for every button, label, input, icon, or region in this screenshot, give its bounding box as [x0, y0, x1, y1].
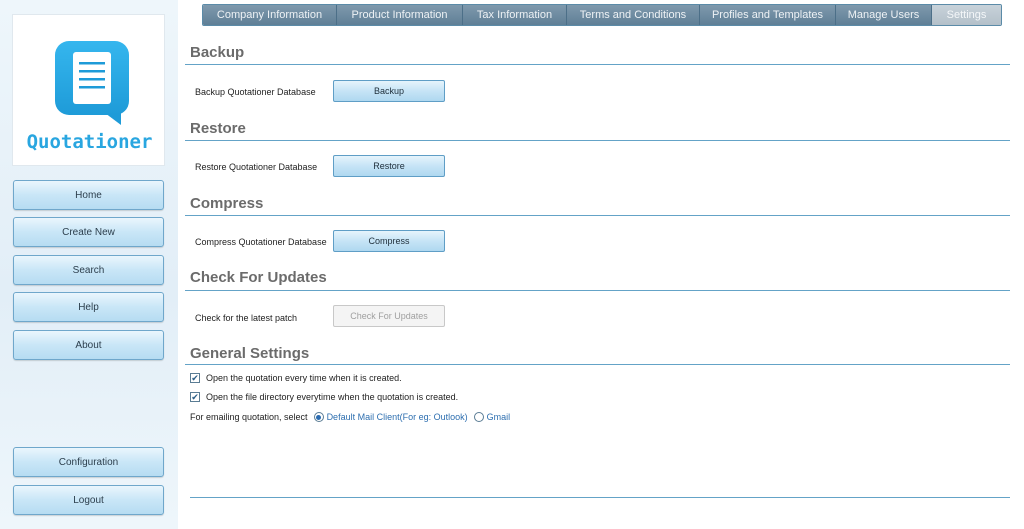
logout-button[interactable]: Logout [13, 485, 164, 515]
check-for-updates-button[interactable]: Check For Updates [333, 305, 445, 327]
backup-label: Backup Quotationer Database [195, 87, 316, 97]
logo-text: Quotationer [26, 131, 153, 153]
logo: Quotationer [12, 14, 165, 166]
backup-heading: Backup [190, 44, 245, 61]
help-button[interactable]: Help [13, 292, 164, 322]
email-client-selector: For emailing quotation, select Default M… [190, 412, 510, 422]
gmail-radio[interactable] [473, 412, 484, 422]
tab-company-information[interactable]: Company Information [203, 5, 337, 25]
general-settings-heading: General Settings [190, 345, 310, 362]
tab-product-information[interactable]: Product Information [337, 5, 463, 25]
app-window: Quotationer Home Create New Search Help … [0, 0, 1024, 529]
tab-settings[interactable]: Settings [932, 5, 1001, 25]
open-directory-option[interactable]: ✔ Open the file directory everytime when… [190, 392, 458, 402]
restore-label: Restore Quotationer Database [195, 162, 318, 172]
backup-button[interactable]: Backup [333, 80, 445, 102]
updates-label: Check for the latest patch [195, 313, 298, 323]
default-mail-client-radio[interactable] [313, 412, 324, 422]
gmail-label[interactable]: Gmail [487, 412, 511, 422]
tab-manage-users[interactable]: Manage Users [836, 5, 932, 25]
tab-bar: Company Information Product Information … [202, 4, 1002, 26]
tab-profiles-and-templates[interactable]: Profiles and Templates [700, 5, 836, 25]
create-new-button[interactable]: Create New [13, 217, 164, 247]
email-selector-label: For emailing quotation, select [190, 412, 308, 422]
section-divider [185, 215, 1010, 216]
home-button[interactable]: Home [13, 180, 164, 210]
tab-tax-information[interactable]: Tax Information [463, 5, 567, 25]
tab-terms-and-conditions[interactable]: Terms and Conditions [567, 5, 700, 25]
section-divider [185, 64, 1010, 65]
search-button[interactable]: Search [13, 255, 164, 285]
section-divider [185, 290, 1010, 291]
settings-panel: Backup Backup Quotationer Database Backu… [185, 30, 1010, 529]
open-quotation-label: Open the quotation every time when it is… [206, 373, 402, 383]
open-quotation-option[interactable]: ✔ Open the quotation every time when it … [190, 373, 402, 383]
open-directory-label: Open the file directory everytime when t… [206, 392, 459, 402]
configuration-button[interactable]: Configuration [13, 447, 164, 477]
compress-button[interactable]: Compress [333, 230, 445, 252]
bottom-divider [190, 497, 1010, 498]
section-divider [185, 364, 1010, 365]
document-logo-icon [55, 41, 129, 125]
restore-button[interactable]: Restore [333, 155, 445, 177]
open-quotation-checkbox[interactable]: ✔ [190, 373, 200, 383]
sidebar: Quotationer Home Create New Search Help … [0, 0, 178, 529]
compress-heading: Compress [190, 195, 264, 212]
section-divider [185, 140, 1010, 141]
about-button[interactable]: About [13, 330, 164, 360]
open-directory-checkbox[interactable]: ✔ [190, 392, 200, 402]
restore-heading: Restore [190, 120, 246, 137]
compress-label: Compress Quotationer Database [195, 237, 327, 247]
default-mail-client-label[interactable]: Default Mail Client(For eg: Outlook) [327, 412, 468, 422]
updates-heading: Check For Updates [190, 269, 327, 286]
